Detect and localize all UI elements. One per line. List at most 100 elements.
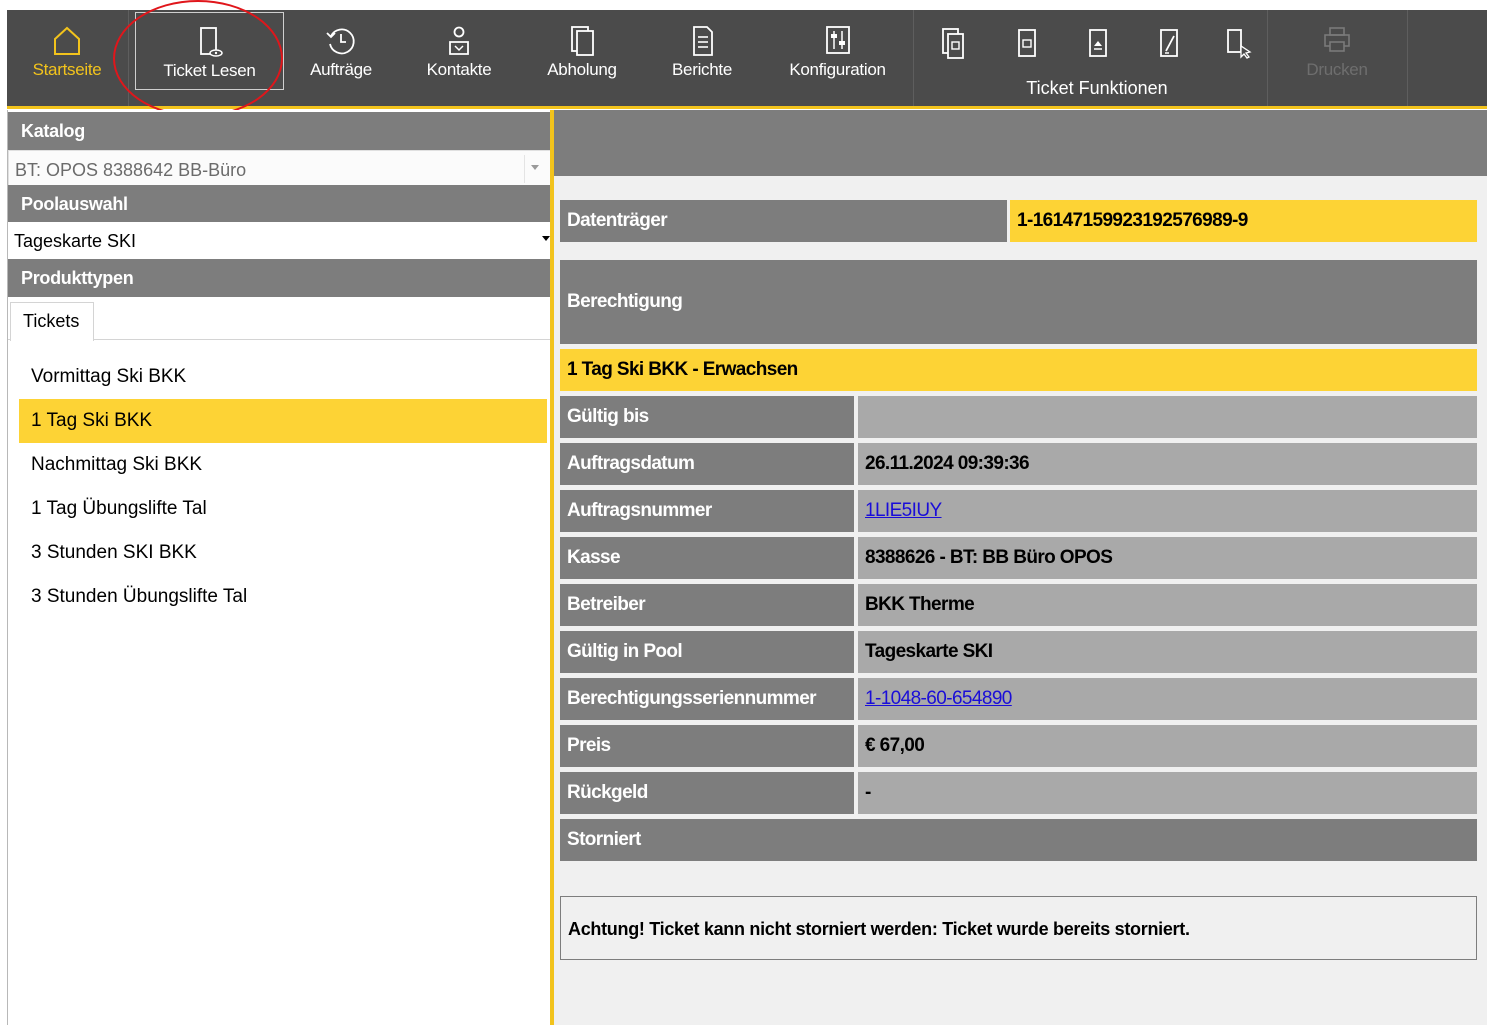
list-item[interactable]: 1 Tag Übungslifte Tal [19,487,547,531]
gueltig-bis-label: Gültig bis [567,406,649,427]
chevron-down-icon [531,165,539,170]
pool-label-cell: Gültig in Pool [560,631,854,673]
startseite-button[interactable]: Startseite [17,10,117,106]
kasse-label: Kasse [567,547,621,568]
report-icon [693,26,713,56]
highlight-circle [113,0,283,117]
kasse-value: 8388626 - BT: BB Büro OPOS [865,547,1113,568]
auftragsdatum-label-cell: Auftragsdatum [560,443,854,485]
katalog-select[interactable]: BT: OPOS 8388642 BB-Büro [8,150,554,188]
datentraeger-label: Datenträger [567,210,668,231]
ticket-upload-icon[interactable] [1084,26,1112,60]
berichte-label: Berichte [672,60,732,79]
list-item[interactable]: 3 Stunden Übungslifte Tal [19,575,547,619]
drucken-button[interactable]: Drucken [1282,10,1392,106]
ticket-detail-panel: Datenträger 1-16147159923192576989-9 Ber… [554,110,1487,1025]
chevron-down-icon[interactable] [542,236,550,241]
kasse-label-cell: Kasse [560,537,854,579]
auftraege-button[interactable]: Aufträge [297,10,385,106]
toolbar-separator [1407,10,1408,106]
auftragsnummer-label-cell: Auftragsnummer [560,490,854,532]
auftraege-label: Aufträge [310,60,372,79]
ticket-funktionen-label: Ticket Funktionen [1026,78,1168,98]
auftragsnummer-link[interactable]: 1LIE5IUY [865,500,942,521]
preis-label-cell: Preis [560,725,854,767]
ticket-funktionen-group: Ticket Funktionen [920,10,1274,106]
configuration-icon [825,26,850,54]
ticket-list: Vormittag Ski BKK 1 Tag Ski BKK Nachmitt… [19,355,547,619]
betreiber-value-cell: BKK Therme [858,584,1477,626]
abholung-button[interactable]: Abholung [534,10,630,106]
datentraeger-value: 1-16147159923192576989-9 [1017,210,1248,231]
serial-value-cell: 1-1048-60-654890 [858,678,1477,720]
datentraeger-value-cell: 1-16147159923192576989-9 [1010,200,1477,242]
poolauswahl-value: Tageskarte SKI [14,231,137,251]
preis-label: Preis [567,735,611,756]
betreiber-label: Betreiber [567,594,646,615]
kasse-value-cell: 8388626 - BT: BB Büro OPOS [858,537,1477,579]
rueckgeld-label: Rückgeld [567,782,648,803]
berechtigung-header: Berechtigung [560,260,1477,344]
pool-value: Tageskarte SKI [865,641,993,662]
drucken-label: Drucken [1306,60,1368,79]
gueltig-bis-value-cell [858,396,1477,438]
ticket-edit-icon[interactable] [1155,26,1183,60]
detail-header-bar [554,110,1487,176]
berechtigung-label: Berechtigung [567,291,683,312]
history-icon [326,28,355,55]
katalog-header: Katalog [8,112,556,150]
betreiber-value: BKK Therme [865,594,975,615]
produkttypen-tabs: Tickets [8,296,556,341]
betreiber-label-cell: Betreiber [560,584,854,626]
auftragsdatum-value-cell: 26.11.2024 09:39:36 [858,443,1477,485]
kontakte-button[interactable]: Kontakte [409,10,509,106]
toolbar-separator [1267,10,1268,106]
auftragsdatum-value: 26.11.2024 09:39:36 [865,453,1030,474]
poolauswahl-header: Poolauswahl [8,185,556,223]
kontakte-label: Kontakte [426,60,492,79]
list-item[interactable]: Nachmittag Ski BKK [19,443,547,487]
serial-label: Berechtigungsseriennummer [567,688,817,709]
startseite-label: Startseite [32,60,102,79]
storno-warning-message: Achtung! Ticket kann nicht storniert wer… [560,896,1477,960]
list-item[interactable]: Vormittag Ski BKK [19,355,547,399]
pool-label: Gültig in Pool [567,641,683,662]
list-item[interactable]: 3 Stunden SKI BKK [19,531,547,575]
ticket-cursor-icon[interactable] [1224,26,1252,60]
ticket-info-icon[interactable] [1013,26,1041,60]
preis-value: € 67,00 [865,735,925,756]
berechtigung-title: 1 Tag Ski BKK - Erwachsen [567,359,798,380]
storniert-label: Storniert [567,829,641,850]
rueckgeld-value: - [865,782,871,803]
preis-value-cell: € 67,00 [858,725,1477,767]
rueckgeld-value-cell: - [858,772,1477,814]
konfiguration-button[interactable]: Konfiguration [771,10,904,106]
serial-label-cell: Berechtigungsseriennummer [560,678,854,720]
berechtigung-title-row: 1 Tag Ski BKK - Erwachsen [560,349,1477,391]
serial-link[interactable]: 1-1048-60-654890 [865,688,1012,709]
printer-icon [1324,27,1350,52]
berichte-button[interactable]: Berichte [655,10,749,106]
katalog-value: BT: OPOS 8388642 BB-Büro [15,160,247,180]
left-panel: Katalog BT: OPOS 8388642 BB-Büro Poolaus… [7,110,556,1025]
pickup-icon [571,26,594,56]
poolauswahl-select[interactable]: Tageskarte SKI [8,222,556,260]
tab-tickets[interactable]: Tickets [10,302,94,341]
toolbar-separator [913,10,914,106]
auftragsdatum-label: Auftragsdatum [567,453,695,474]
auftragsnummer-label: Auftragsnummer [567,500,712,521]
list-item-selected[interactable]: 1 Tag Ski BKK [19,399,547,443]
ticket-copy-icon[interactable] [940,26,968,60]
produkttypen-header: Produkttypen [8,259,556,297]
abholung-label: Abholung [547,60,617,79]
contacts-icon [449,26,469,55]
combo-separator [524,155,525,183]
auftragsnummer-value-cell: 1LIE5IUY [858,490,1477,532]
home-icon [54,26,80,55]
konfiguration-label: Konfiguration [789,60,886,79]
datentraeger-label-cell: Datenträger [560,200,1007,242]
pool-value-cell: Tageskarte SKI [858,631,1477,673]
rueckgeld-label-cell: Rückgeld [560,772,854,814]
storniert-row: Storniert [560,819,1477,861]
gueltig-bis-label-cell: Gültig bis [560,396,854,438]
